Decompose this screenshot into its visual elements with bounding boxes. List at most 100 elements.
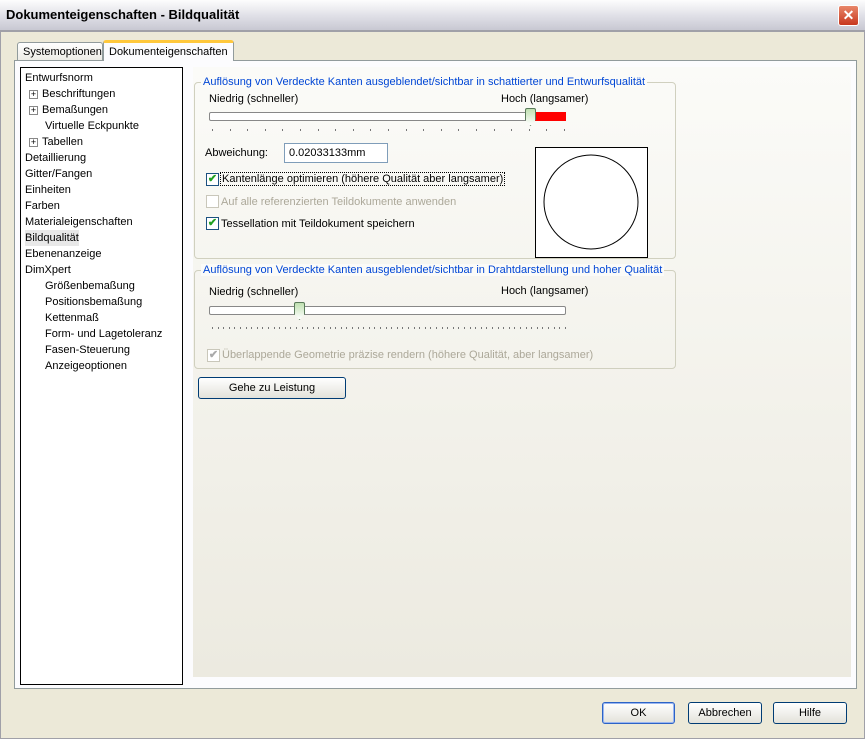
slider-tick <box>423 129 425 131</box>
slider-tick <box>419 327 421 329</box>
tree-item[interactable]: Ebenenanzeige <box>25 246 101 262</box>
tree-item-label: Anzeigeoptionen <box>45 360 127 372</box>
tree-item[interactable]: Kettenmaß <box>45 310 99 326</box>
save-tessellation-label: Tessellation mit Teildokument speichern <box>221 218 415 230</box>
slider-tick <box>564 327 566 329</box>
tree-item[interactable]: Virtuelle Eckpunkte <box>45 118 139 134</box>
slider-tick <box>212 327 213 329</box>
slider-tick <box>492 327 493 329</box>
tree-item-label: Entwurfsnorm <box>25 72 93 84</box>
slider-track <box>209 112 566 121</box>
apply-referenced-checkbox[interactable] <box>206 195 219 208</box>
slider-tick <box>548 327 549 329</box>
tree-item-label: Positionsbemaßung <box>45 296 143 308</box>
slider-tick <box>307 327 309 329</box>
slider-tick <box>296 327 297 329</box>
tree-item-label: Beschriftungen <box>42 88 116 100</box>
tree-item[interactable]: Anzeigeoptionen <box>45 358 127 374</box>
slider-tick <box>251 327 253 329</box>
slider-tick <box>290 327 292 329</box>
slider-tick <box>324 327 325 329</box>
slider-tick <box>564 129 565 131</box>
close-button[interactable]: ✕ <box>838 5 859 26</box>
slider-high-label: Hoch (langsamer) <box>501 93 589 105</box>
slider-tick <box>480 327 482 329</box>
slider-tick <box>514 327 516 329</box>
tree-item[interactable]: DimXpert <box>25 262 71 278</box>
deviation-input[interactable] <box>284 143 388 163</box>
slider-tick <box>464 327 465 329</box>
tree-item[interactable]: Form- und Lagetoleranz <box>45 326 162 342</box>
tree-item[interactable]: Größenbemaßung <box>45 278 135 294</box>
slider-tick <box>329 327 331 329</box>
slider-tick <box>312 327 314 329</box>
expand-icon[interactable]: + <box>29 105 38 115</box>
slider-tick <box>335 327 337 329</box>
slider-tick <box>508 327 510 329</box>
wireframe-quality-slider[interactable] <box>209 302 566 330</box>
quality-slider[interactable] <box>209 108 566 136</box>
tree-item[interactable]: Fasen-Steuerung <box>45 342 130 358</box>
tree-item[interactable]: + Bemaßungen <box>29 102 108 118</box>
slider-tick <box>279 327 281 329</box>
slider-tick <box>525 327 527 329</box>
help-button[interactable]: Hilfe <box>773 702 847 724</box>
slider-tick <box>469 327 471 329</box>
expand-icon[interactable]: + <box>29 137 38 147</box>
slider-thumb[interactable] <box>294 302 305 320</box>
expand-icon[interactable]: + <box>29 89 38 99</box>
slider-tick <box>447 327 449 329</box>
tree-item[interactable]: Materialeigenschaften <box>25 214 133 230</box>
tree-item-label: Detaillierung <box>25 152 87 164</box>
slider-tick <box>546 129 548 131</box>
tree-item[interactable]: Entwurfsnorm <box>25 70 93 86</box>
tree-item-label: Ebenenanzeige <box>25 248 102 260</box>
slider-tick <box>273 327 275 329</box>
slider-tick <box>436 327 437 329</box>
slider-tick <box>229 129 231 131</box>
slider-tick <box>335 129 337 131</box>
slider-tick <box>511 129 513 131</box>
slider-tick <box>352 327 353 329</box>
tree-item-label: Größenbemaßung <box>45 280 135 292</box>
tree-item[interactable]: + Beschriftungen <box>29 86 115 102</box>
slider-tick <box>441 327 443 329</box>
apply-referenced-label: Auf alle referenzierten Teildokumente an… <box>221 196 457 208</box>
tree-item[interactable]: Gitter/Fangen <box>25 166 92 182</box>
ok-button[interactable]: OK <box>602 702 675 724</box>
tab-systemoptionen[interactable]: Systemoptionen <box>17 42 103 61</box>
tree-item[interactable]: + Tabellen <box>29 134 83 150</box>
tab-dokumenteigenschaften[interactable]: Dokumenteigenschaften <box>103 40 234 61</box>
tree-item-label: Kettenmaß <box>45 312 99 324</box>
go-to-performance-button[interactable]: Gehe zu Leistung <box>198 377 346 399</box>
tree-item[interactable]: Farben <box>25 198 60 214</box>
save-tessellation-checkbox[interactable]: ✔ <box>206 217 219 230</box>
optimize-edge-label: Kantenlänge optimieren (höhere Qualität … <box>220 172 506 186</box>
circle-preview-icon <box>543 154 639 250</box>
slider-tick <box>458 129 460 131</box>
slider-tick <box>391 327 393 329</box>
slider-tick <box>256 327 258 329</box>
slider-tick <box>520 327 521 329</box>
group-title: Auflösung von Verdeckte Kanten ausgeblen… <box>201 264 665 276</box>
slider-tick <box>452 327 454 329</box>
options-tree[interactable]: Entwurfsnorm + Beschriftungen + Bemaßungen Vi… <box>20 67 183 685</box>
slider-tick <box>223 327 225 329</box>
cancel-button[interactable]: Abbrechen <box>688 702 762 724</box>
slider-tick <box>318 327 320 329</box>
tree-item[interactable]: Einheiten <box>25 182 71 198</box>
tree-item[interactable]: Positionsbemaßung <box>45 294 142 310</box>
tree-item-label: Virtuelle Eckpunkte <box>45 120 139 132</box>
slider-tick <box>405 129 407 131</box>
tree-item[interactable]: Bildqualität <box>25 230 79 246</box>
slider-tick <box>368 327 370 329</box>
slider-thumb[interactable] <box>525 108 536 126</box>
overlap-geometry-checkbox[interactable]: ✔ <box>207 349 220 362</box>
slider-tick <box>370 129 372 131</box>
slider-tick <box>497 327 499 329</box>
tree-item-label: Materialeigenschaften <box>25 216 133 228</box>
tree-item[interactable]: Detaillierung <box>25 150 86 166</box>
optimize-edge-checkbox[interactable]: ✔ <box>206 173 219 186</box>
deviation-label: Abweichung: <box>205 147 268 159</box>
tree-item-label: Bemaßungen <box>42 104 109 116</box>
